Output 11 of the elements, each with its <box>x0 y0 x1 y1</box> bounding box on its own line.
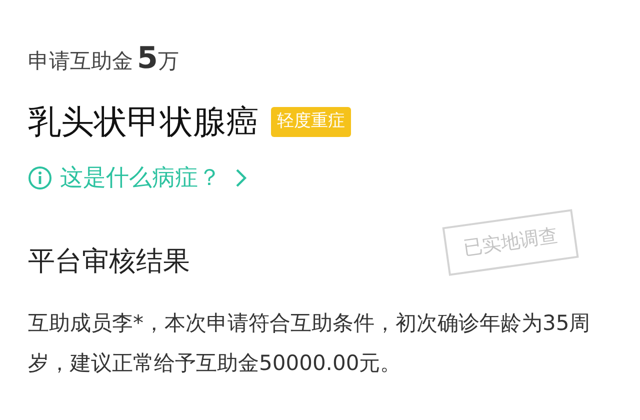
chevron-right-icon <box>235 168 247 188</box>
disease-name: 乳头状甲状腺癌 <box>28 101 259 144</box>
severity-badge: 轻度重症 <box>271 107 351 137</box>
section-title: 平台审核结果 <box>28 245 190 279</box>
info-icon <box>28 166 52 190</box>
claim-amount: 5 <box>137 40 158 78</box>
claim-unit: 万 <box>158 48 179 75</box>
claim-label: 申请互助金 <box>28 48 133 75</box>
disease-info-link[interactable]: 这是什么病症？ <box>28 160 247 196</box>
review-text: 互助成员李*，本次申请符合互助条件，初次确诊年龄为35周岁，建议正常给予互助金50000.00元。 <box>28 310 592 376</box>
stamp: 已实地调查 <box>442 209 579 276</box>
